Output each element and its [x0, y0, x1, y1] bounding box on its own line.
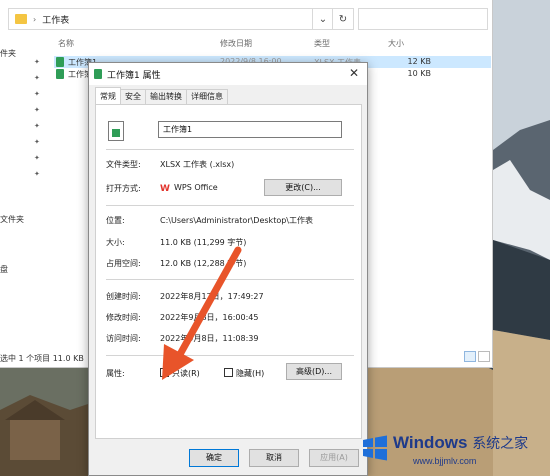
close-icon[interactable]: ✕	[349, 66, 359, 80]
disk-size-value: 12.0 KB (12,288 字节)	[160, 259, 247, 268]
hidden-label[interactable]: 隐藏(H)	[236, 368, 264, 379]
pin-icon[interactable]: ✦	[34, 74, 40, 82]
tab-output-convert[interactable]: 输出转换	[145, 89, 187, 104]
pin-icon[interactable]: ✦	[34, 90, 40, 98]
ok-button[interactable]: 确定	[189, 449, 239, 467]
readonly-checkbox[interactable]	[160, 368, 169, 377]
pin-icon[interactable]: ✦	[34, 154, 40, 162]
navigation-pane: ✦ ✦ ✦ ✦ ✦ ✦ ✦ ✦ 件夹 文件夹 盘	[0, 38, 48, 358]
divider	[106, 205, 354, 206]
status-text: 选中 1 个项目 11.0 KB	[0, 354, 84, 363]
search-input[interactable]	[358, 8, 488, 30]
sidebar-item[interactable]: 盘	[0, 264, 8, 275]
modified-label: 修改时间:	[106, 313, 141, 322]
wps-logo-icon: W	[160, 184, 170, 194]
pin-icon[interactable]: ✦	[34, 106, 40, 114]
column-header-type[interactable]: 类型	[314, 38, 330, 49]
location-value: C:\Users\Administrator\Desktop\工作表	[160, 216, 313, 225]
refresh-icon[interactable]: ↻	[332, 8, 354, 30]
sidebar-item[interactable]: 文件夹	[0, 214, 24, 225]
column-header-date[interactable]: 修改日期	[220, 38, 252, 49]
large-icons-view-icon[interactable]	[478, 351, 490, 362]
pin-icon[interactable]: ✦	[34, 122, 40, 130]
folder-icon	[15, 14, 27, 24]
breadcrumb-separator: ›	[33, 14, 37, 24]
open-with-label: 打开方式:	[106, 184, 141, 193]
readonly-label[interactable]: 只读(R)	[172, 368, 200, 379]
column-header-size[interactable]: 大小	[388, 38, 404, 49]
windows-logo-icon	[363, 435, 387, 461]
address-bar-row: › 工作表 ⌄ ↻	[0, 8, 493, 30]
xlsx-file-icon	[56, 57, 64, 67]
cancel-button[interactable]: 取消	[249, 449, 299, 467]
advanced-button[interactable]: 高级(D)...	[286, 363, 342, 380]
tab-strip: 常规 安全 输出转换 详细信息	[95, 87, 228, 105]
change-button[interactable]: 更改(C)...	[264, 179, 342, 196]
tab-general[interactable]: 常规	[95, 87, 121, 104]
open-with-app: WPS Office	[174, 183, 218, 192]
created-value: 2022年8月17日，17:49:27	[160, 292, 264, 301]
dialog-title-bar: 工作簿1 属性 ✕	[89, 63, 367, 85]
xlsx-file-icon	[94, 69, 102, 79]
details-view-icon[interactable]	[464, 351, 476, 362]
chevron-down-icon[interactable]: ⌄	[312, 8, 334, 30]
size-label: 大小:	[106, 238, 125, 247]
apply-button[interactable]: 应用(A)	[309, 449, 359, 467]
sidebar-item[interactable]: 件夹	[0, 48, 16, 59]
file-type-label: 文件类型:	[106, 160, 141, 169]
pin-icon[interactable]: ✦	[34, 58, 40, 66]
location-label: 位置:	[106, 216, 125, 225]
open-with-value: W WPS Office	[160, 183, 218, 194]
attributes-label: 属性:	[106, 369, 125, 378]
watermark-title: Windows 系统之家	[393, 433, 529, 452]
filename-input[interactable]	[158, 121, 342, 138]
divider	[106, 355, 354, 356]
size-value: 11.0 KB (11,299 字节)	[160, 238, 247, 247]
tab-details[interactable]: 详细信息	[186, 89, 228, 104]
watermark-url: www.bjjmlv.com	[413, 456, 477, 466]
disk-size-label: 占用空间:	[106, 259, 141, 268]
pin-icon[interactable]: ✦	[34, 138, 40, 146]
created-label: 创建时间:	[106, 292, 141, 301]
watermark: Windows 系统之家 www.bjjmlv.com	[357, 428, 550, 476]
column-header-name[interactable]: 名称	[58, 38, 74, 49]
hidden-checkbox[interactable]	[224, 368, 233, 377]
address-bar[interactable]: › 工作表	[8, 8, 330, 30]
general-panel: 文件类型: XLSX 工作表 (.xlsx) 打开方式: W WPS Office…	[95, 104, 362, 439]
breadcrumb-folder[interactable]: 工作表	[42, 13, 69, 26]
properties-dialog: 工作簿1 属性 ✕ 常规 安全 输出转换 详细信息 文件类型: XLSX 工作表…	[88, 62, 368, 476]
dialog-title: 工作簿1 属性	[107, 71, 161, 81]
accessed-value: 2022年9月8日，11:08:39	[160, 334, 259, 343]
file-type-value: XLSX 工作表 (.xlsx)	[160, 160, 235, 169]
file-size: 12 KB	[407, 57, 431, 66]
xlsx-file-icon	[108, 121, 124, 141]
pin-icon[interactable]: ✦	[34, 170, 40, 178]
accessed-label: 访问时间:	[106, 334, 141, 343]
tab-security[interactable]: 安全	[120, 89, 146, 104]
divider	[106, 149, 354, 150]
modified-value: 2022年9月8日，16:00:45	[160, 313, 259, 322]
file-size: 10 KB	[407, 69, 431, 78]
divider	[106, 279, 354, 280]
xlsx-file-icon	[56, 69, 64, 79]
